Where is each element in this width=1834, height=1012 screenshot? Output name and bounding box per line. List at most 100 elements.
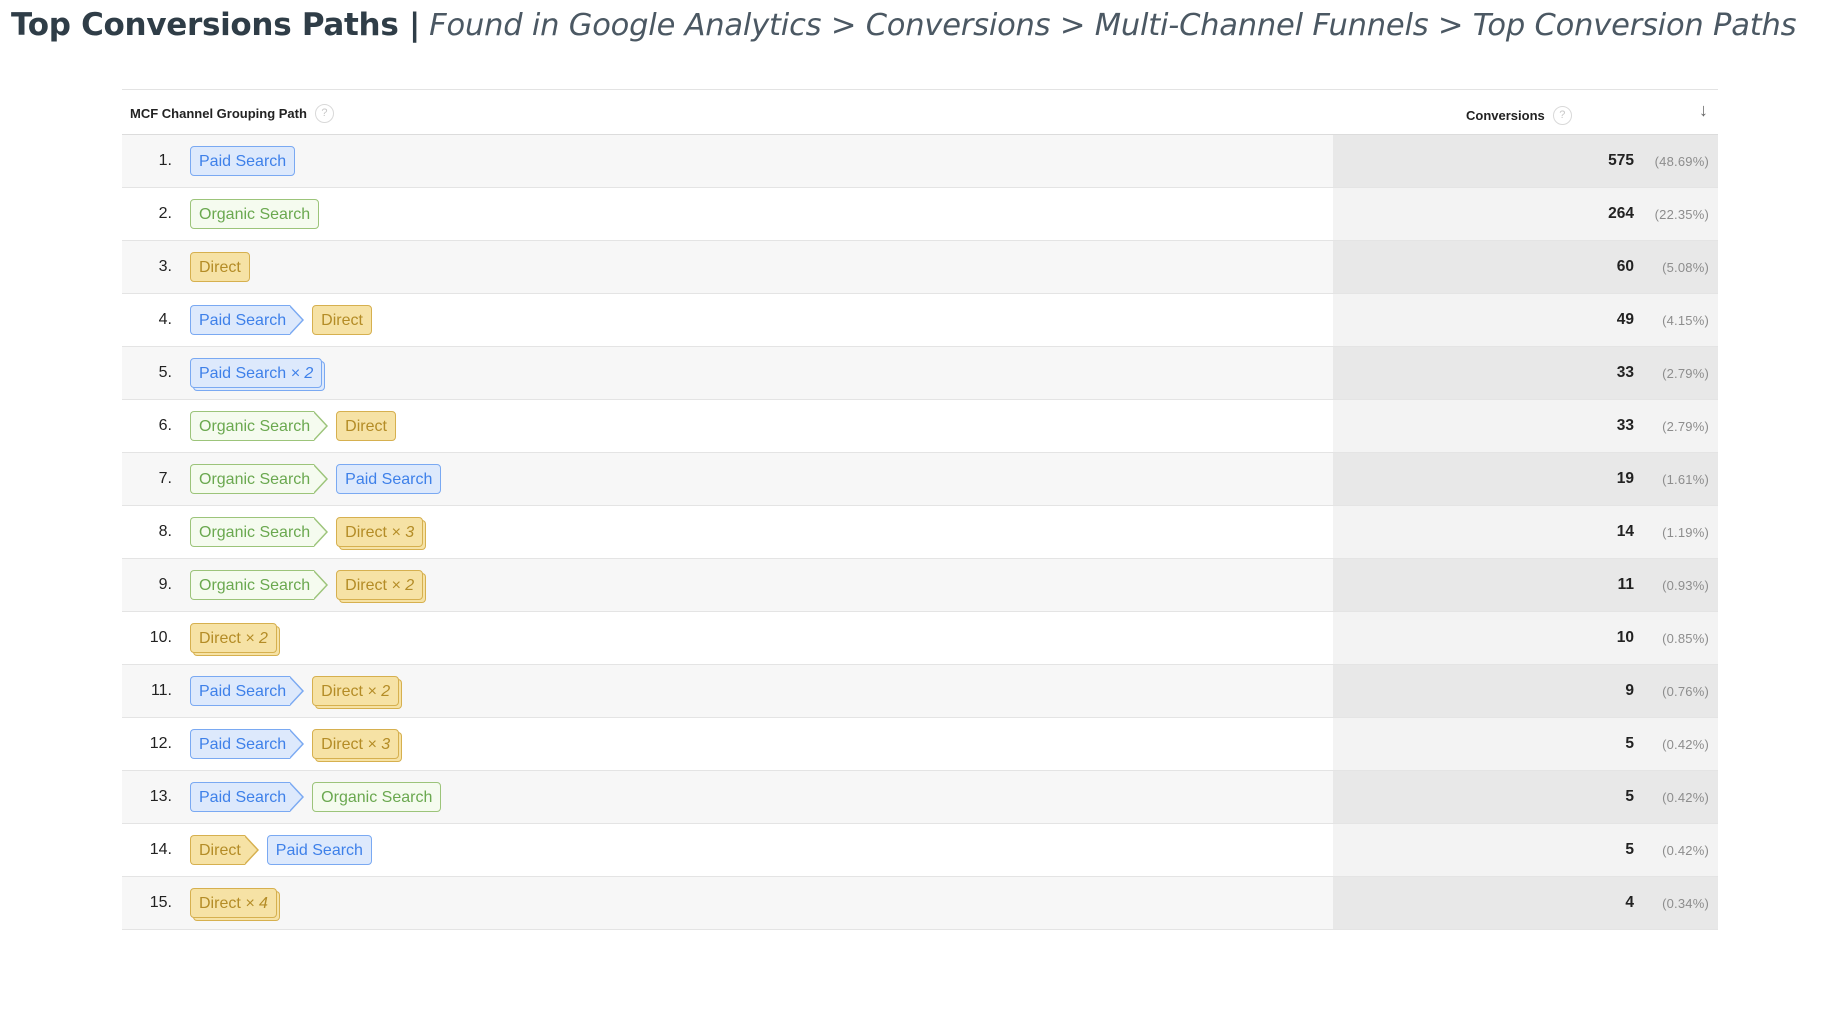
- conversions-value: 14: [1616, 523, 1634, 540]
- conversions-cell: 33 (2.79%): [1333, 400, 1718, 452]
- channel-label: Organic Search: [321, 789, 433, 806]
- channel-chip-organic: Organic Search: [190, 570, 329, 600]
- top-conversion-paths-table: MCF Channel Grouping Path? Conversions? …: [122, 89, 1718, 930]
- table-row[interactable]: 9. Organic Search Direct × 2 11 (0.93%): [122, 559, 1718, 612]
- table-row[interactable]: 11. Paid Search Direct × 2 9 (0.76%): [122, 665, 1718, 718]
- channel-path: Paid Search Organic Search: [190, 781, 449, 813]
- table-row[interactable]: 3. Direct 60 (5.08%): [122, 241, 1718, 294]
- channel-label: Direct: [199, 842, 241, 859]
- channel-chip-paid: Paid Search: [190, 676, 305, 706]
- table-row[interactable]: 7. Organic Search Paid Search 19 (1.61%): [122, 453, 1718, 506]
- conversions-percent: (5.08%): [1662, 260, 1709, 275]
- channel-path: Organic Search Direct × 2: [190, 569, 435, 601]
- conversions-percent: (2.79%): [1662, 366, 1709, 381]
- channel-chip-direct: Direct × 4: [190, 888, 277, 918]
- channel-label: Organic Search: [199, 524, 311, 541]
- conversions-cell: 33 (2.79%): [1333, 347, 1718, 399]
- sort-descending-arrow-icon[interactable]: ↓: [1699, 100, 1708, 121]
- title-breadcrumb: Found in Google Analytics > Conversions …: [429, 8, 1797, 43]
- conversions-percent: (48.69%): [1654, 154, 1709, 169]
- conversions-value: 5: [1625, 788, 1634, 805]
- row-rank: 5.: [158, 364, 172, 381]
- table-row[interactable]: 2. Organic Search 264 (22.35%): [122, 188, 1718, 241]
- repeat-count: × 3: [367, 736, 391, 753]
- help-icon[interactable]: ?: [314, 104, 334, 123]
- row-rank: 11.: [150, 682, 172, 699]
- repeat-count: × 2: [290, 365, 314, 382]
- repeat-count: × 2: [367, 683, 391, 700]
- conversions-percent: (0.93%): [1662, 578, 1709, 593]
- conversions-cell: 4 (0.34%): [1333, 877, 1718, 929]
- repeat-count: × 2: [245, 630, 268, 647]
- table-row[interactable]: 15. Direct × 4 4 (0.34%): [122, 877, 1718, 930]
- row-rank: 2.: [158, 205, 172, 222]
- table-row[interactable]: 12. Paid Search Direct × 3 5 (0.42%): [122, 718, 1718, 771]
- channel-path: Direct: [190, 251, 258, 283]
- conversions-value: 9: [1625, 682, 1634, 699]
- conversions-value: 5: [1625, 735, 1634, 752]
- channel-label: Paid Search: [199, 153, 287, 170]
- channel-label: Paid Search: [199, 683, 287, 700]
- table-row[interactable]: 5. Paid Search × 2 33 (2.79%): [122, 347, 1718, 400]
- row-rank: 7.: [158, 470, 172, 487]
- conversions-cell: 5 (0.42%): [1333, 824, 1718, 876]
- row-rank: 1.: [158, 152, 172, 169]
- conversions-cell: 264 (22.35%): [1333, 188, 1718, 240]
- channel-path: Paid Search Direct × 3: [190, 728, 411, 760]
- channel-chip-direct: Direct × 2: [190, 623, 277, 653]
- table-row[interactable]: 4. Paid Search Direct 49 (4.15%): [122, 294, 1718, 347]
- conversions-percent: (2.79%): [1662, 419, 1709, 434]
- conversions-value: 5: [1625, 841, 1634, 858]
- conversions-cell: 60 (5.08%): [1333, 241, 1718, 293]
- conversions-cell: 11 (0.93%): [1333, 559, 1718, 611]
- conversions-percent: (0.85%): [1662, 631, 1709, 646]
- channel-label: Direct: [321, 312, 363, 329]
- table-row[interactable]: 8. Organic Search Direct × 3 14 (1.19%): [122, 506, 1718, 559]
- channel-chip-organic: Organic Search: [190, 517, 329, 547]
- conversions-percent: (4.15%): [1662, 313, 1709, 328]
- conversions-value: 575: [1608, 152, 1634, 169]
- channel-label: Direct: [345, 524, 387, 541]
- row-rank: 14.: [149, 841, 172, 858]
- table-header: MCF Channel Grouping Path? Conversions? …: [122, 90, 1718, 135]
- conversions-cell: 5 (0.42%): [1333, 718, 1718, 770]
- conversions-value: 10: [1616, 629, 1634, 646]
- row-rank: 9.: [158, 576, 172, 593]
- row-rank: 8.: [158, 523, 172, 540]
- channel-chip-direct: Direct × 2: [336, 570, 424, 600]
- channel-path: Paid Search: [190, 145, 303, 177]
- channel-chip-direct: Direct: [190, 835, 259, 865]
- table-row[interactable]: 13. Paid Search Organic Search 5 (0.42%): [122, 771, 1718, 824]
- column-header-conversions[interactable]: Conversions?: [1466, 106, 1572, 126]
- column-header-path-label: MCF Channel Grouping Path: [130, 105, 307, 121]
- table-row[interactable]: 1. Paid Search 575 (48.69%): [122, 135, 1718, 188]
- conversions-cell: 5 (0.42%): [1333, 771, 1718, 823]
- conversions-cell: 14 (1.19%): [1333, 506, 1718, 558]
- channel-label: Direct: [345, 577, 387, 594]
- conversions-percent: (0.42%): [1662, 843, 1709, 858]
- channel-chip-organic: Organic Search: [190, 411, 329, 441]
- row-rank: 15.: [149, 894, 172, 911]
- conversions-cell: 575 (48.69%): [1333, 135, 1718, 187]
- channel-path: Paid Search Direct × 2: [190, 675, 411, 707]
- table-row[interactable]: 14. Direct Paid Search 5 (0.42%): [122, 824, 1718, 877]
- channel-path: Paid Search × 2: [190, 357, 334, 389]
- channel-label: Organic Search: [199, 418, 311, 435]
- channel-label: Organic Search: [199, 471, 311, 488]
- channel-path: Organic Search Direct × 3: [190, 516, 435, 548]
- row-rank: 12.: [149, 735, 172, 752]
- channel-path: Organic Search Direct: [190, 410, 404, 442]
- channel-path: Organic Search Paid Search: [190, 463, 449, 495]
- table-row[interactable]: 6. Organic Search Direct 33 (2.79%): [122, 400, 1718, 453]
- channel-label: Paid Search: [345, 471, 433, 488]
- column-header-path[interactable]: MCF Channel Grouping Path?: [130, 104, 334, 124]
- row-rank: 13.: [149, 788, 172, 805]
- table-row[interactable]: 10. Direct × 2 10 (0.85%): [122, 612, 1718, 665]
- help-icon[interactable]: ?: [1552, 106, 1572, 125]
- channel-chip-direct: Direct × 3: [312, 729, 400, 759]
- conversions-cell: 9 (0.76%): [1333, 665, 1718, 717]
- conversions-percent: (1.61%): [1662, 472, 1709, 487]
- conversions-percent: (0.34%): [1662, 896, 1709, 911]
- channel-label: Paid Search: [199, 789, 287, 806]
- channel-chip-paid: Paid Search: [336, 464, 442, 494]
